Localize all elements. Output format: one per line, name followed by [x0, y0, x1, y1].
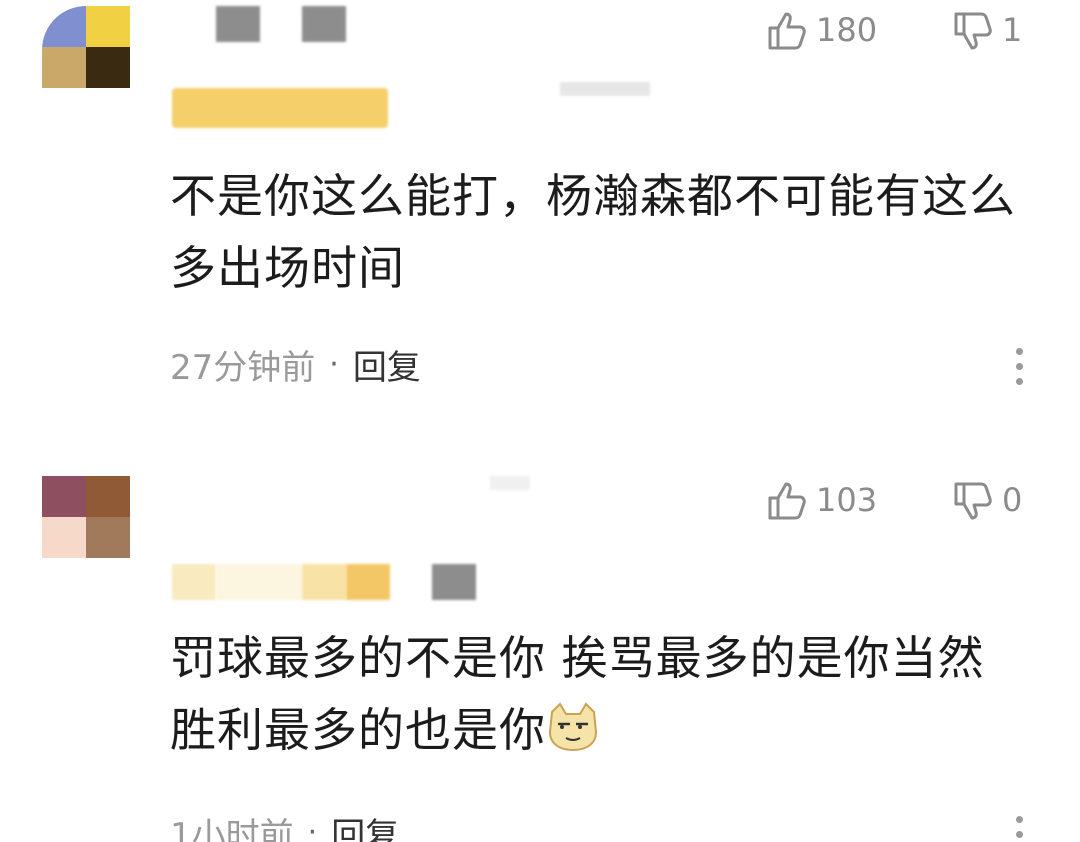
- avatar[interactable]: [42, 6, 130, 88]
- like-count: 180: [816, 11, 878, 49]
- more-vertical-icon[interactable]: [1014, 816, 1024, 842]
- comment-meta: 27分钟前 · 回复: [170, 340, 421, 389]
- username-blurred[interactable]: [302, 6, 346, 42]
- user-badge-blurred: [172, 564, 216, 600]
- like-count: 103: [816, 481, 878, 519]
- dislike-button[interactable]: 0: [952, 478, 1022, 522]
- username-blurred: [490, 476, 530, 490]
- avatar[interactable]: [42, 476, 130, 558]
- more-vertical-icon[interactable]: [1014, 348, 1024, 385]
- like-button[interactable]: 103: [766, 478, 877, 522]
- reply-button[interactable]: 回复: [353, 340, 421, 389]
- comment-meta: 1小时前 · 回复: [170, 808, 399, 842]
- user-badge-blurred: [560, 82, 650, 96]
- reply-button[interactable]: 回复: [331, 808, 399, 842]
- user-badge-blurred: [302, 564, 346, 600]
- username-blurred[interactable]: [216, 6, 260, 42]
- thumbs-up-icon: [768, 12, 806, 50]
- comment-time: 1小时前: [170, 816, 294, 842]
- thumbs-up-icon: [768, 482, 806, 520]
- thumbs-down-icon: [954, 482, 992, 520]
- dislike-count: 0: [1002, 481, 1023, 519]
- comment-text: 不是你这么能打，杨瀚森都不可能有这么多出场时间: [170, 169, 1016, 295]
- dislike-button[interactable]: 1: [952, 8, 1022, 52]
- user-badge-blurred: [432, 564, 476, 600]
- user-badge-blurred: [346, 564, 390, 600]
- smirk-emoji-icon: [548, 702, 598, 752]
- user-badge-blurred: [172, 88, 388, 128]
- thumbs-down-icon: [954, 12, 992, 50]
- like-button[interactable]: 180: [766, 8, 877, 52]
- meta-separator: ·: [307, 815, 318, 842]
- comment-item: 103 0 罚球最多的不是你 挨骂最多的是你当然胜利最多的也是你 1小时前 · …: [0, 470, 1080, 842]
- dislike-count: 1: [1002, 11, 1023, 49]
- comment-text: 罚球最多的不是你 挨骂最多的是你当然胜利最多的也是你: [170, 622, 1030, 766]
- meta-separator: ·: [329, 347, 339, 382]
- comment-time: 27分钟前: [170, 348, 316, 388]
- comment-item: 180 1 不是你这么能打，杨瀚森都不可能有这么多出场时间 27分钟前 · 回复: [0, 0, 1080, 430]
- user-badge-blurred: [216, 564, 302, 600]
